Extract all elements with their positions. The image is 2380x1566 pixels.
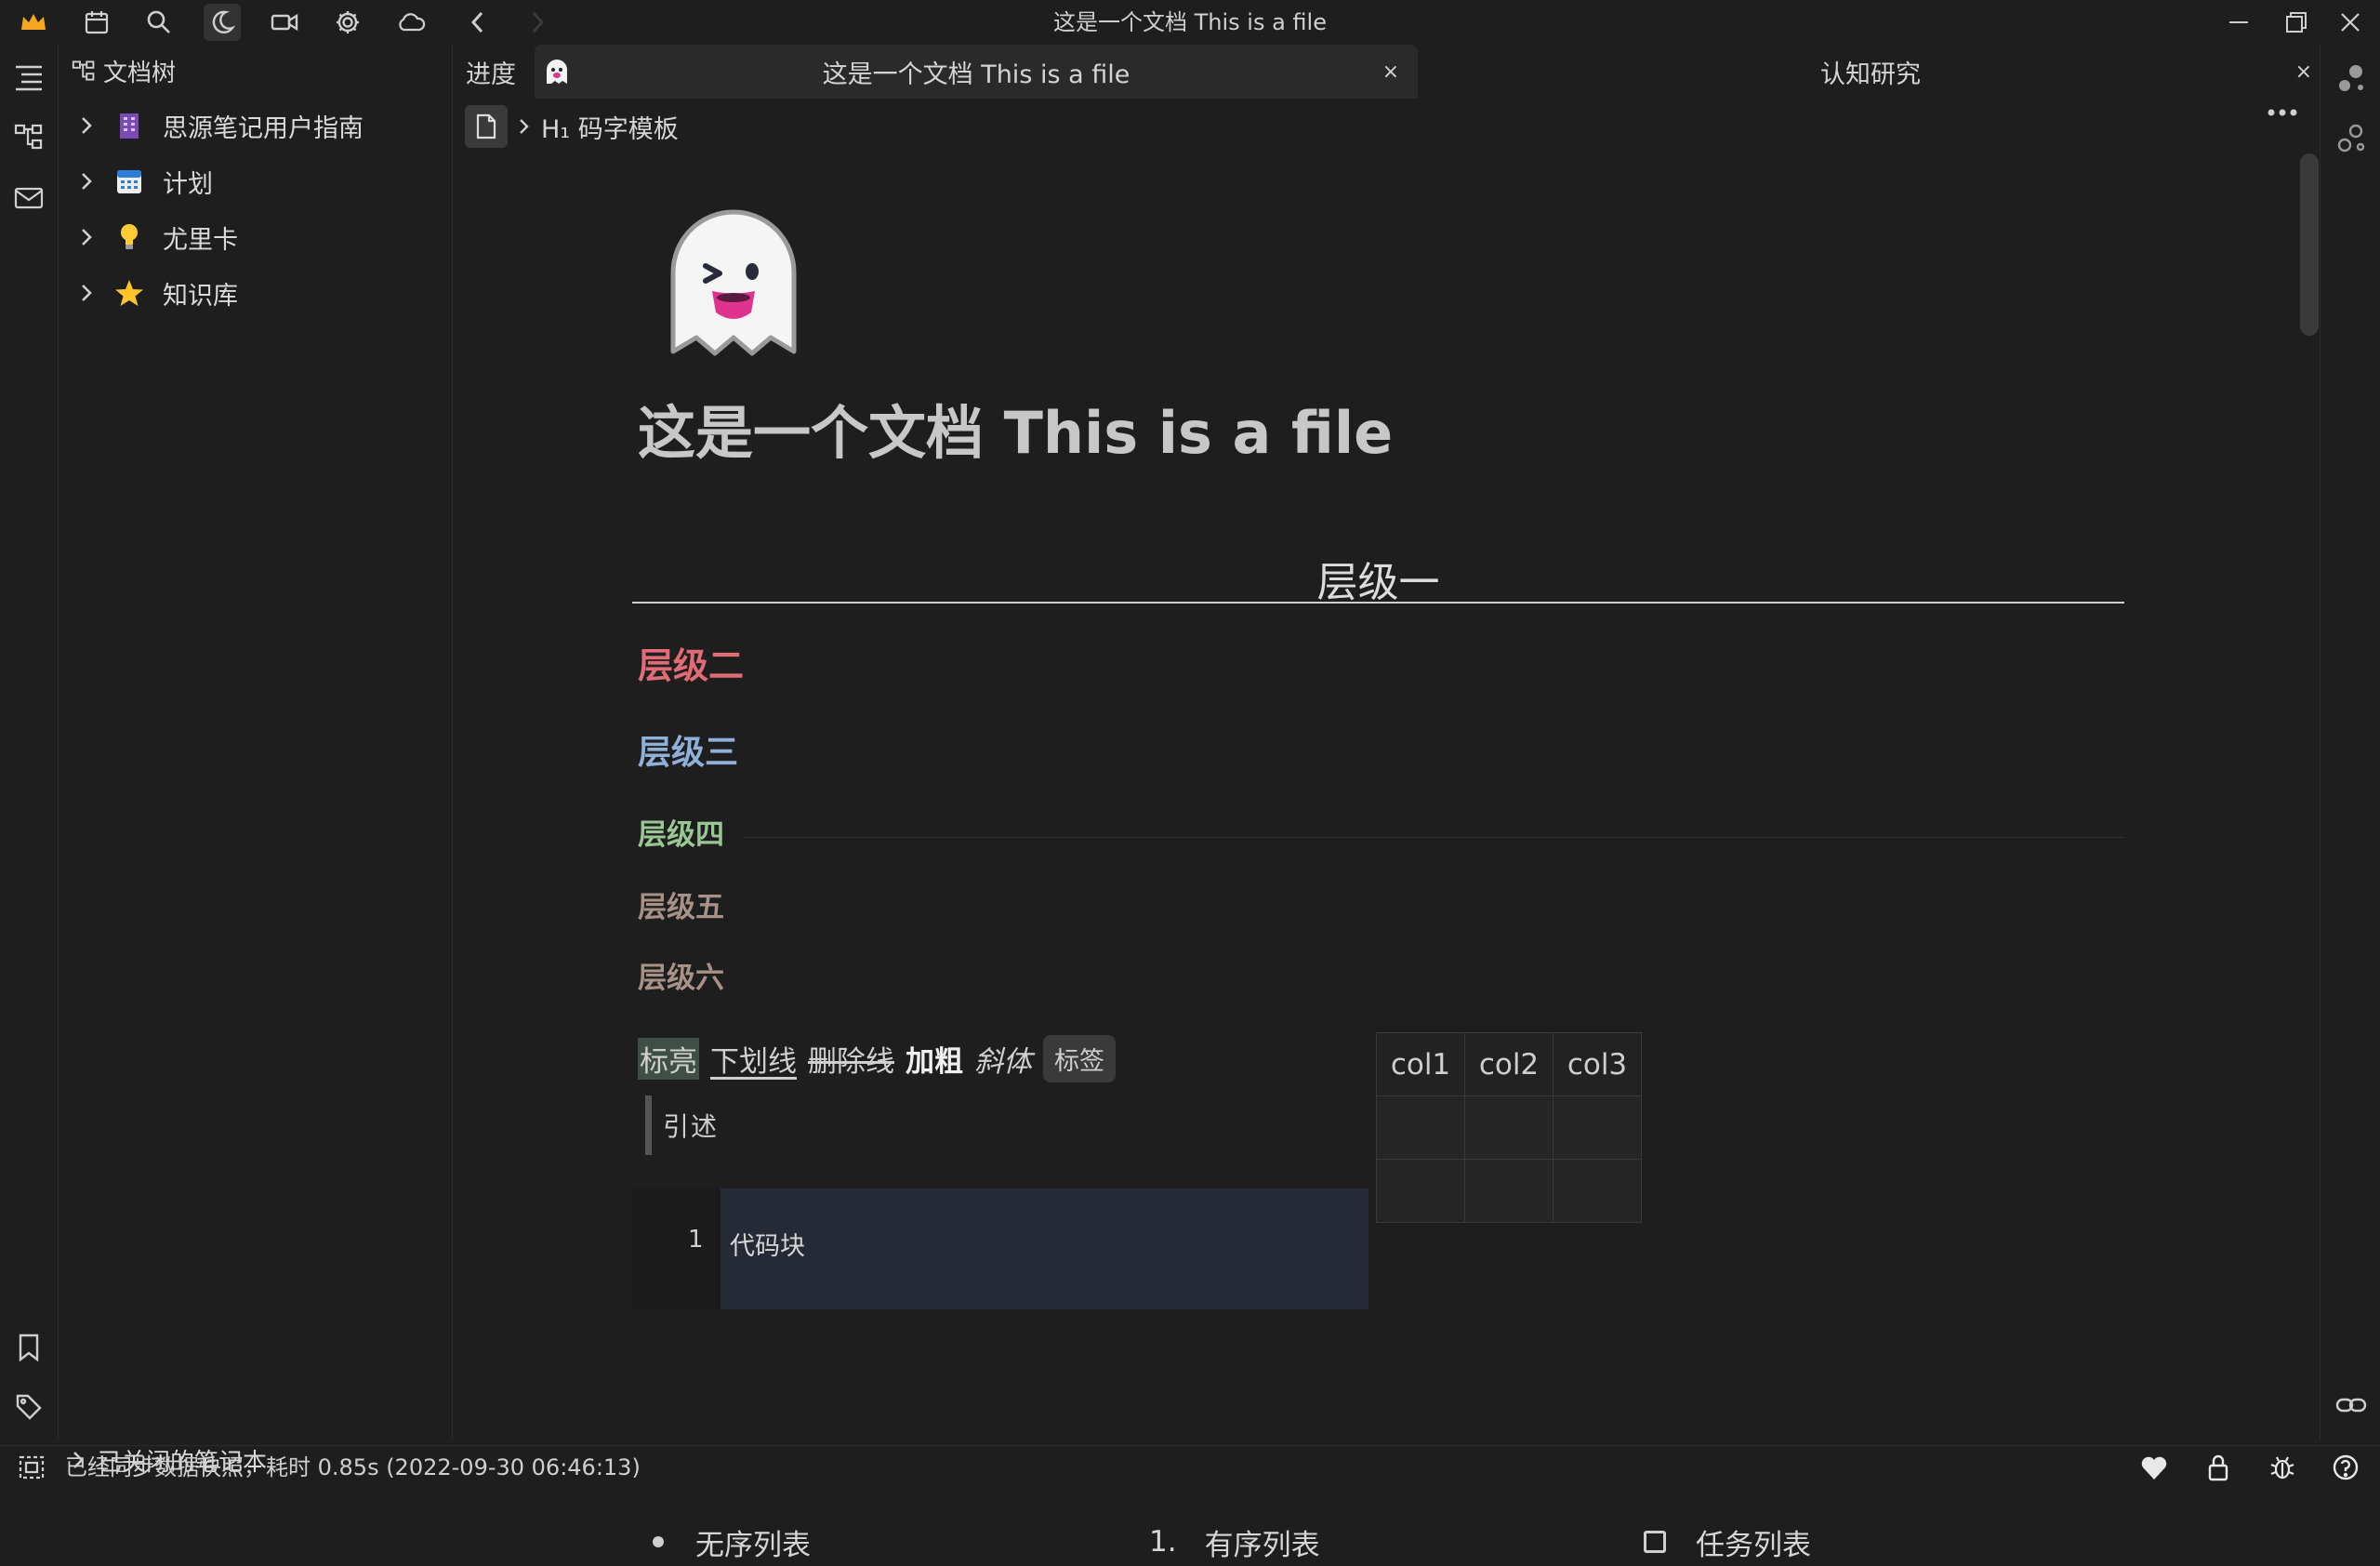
table-header-cell[interactable]: col2 bbox=[1464, 1032, 1554, 1096]
blockquote[interactable]: 引述 bbox=[645, 1095, 719, 1155]
heading-3[interactable]: 层级三 bbox=[638, 725, 738, 774]
building-icon bbox=[105, 112, 153, 139]
tab-close-icon[interactable]: × bbox=[2295, 60, 2312, 84]
heading-1-underline bbox=[632, 602, 2124, 604]
tag-badge[interactable]: 标签 bbox=[1043, 1034, 1116, 1082]
heading-4[interactable]: 层级四 bbox=[638, 811, 724, 853]
underline-text: 下划线 bbox=[710, 1044, 797, 1079]
tab-close-icon[interactable]: × bbox=[1382, 60, 1399, 84]
code-text: 代码块 bbox=[730, 1232, 805, 1261]
outline-icon[interactable] bbox=[9, 58, 48, 97]
editor: 这是一个文档 This is a file 层级一 层级二 层级三 层级四 层级… bbox=[632, 149, 2138, 1562]
doc-tree-header: 文档树 bbox=[72, 52, 176, 89]
list-marker: 1. bbox=[1149, 1525, 1177, 1559]
tree-item-eureka[interactable]: 尤里卡 bbox=[68, 211, 440, 263]
breadcrumb: H₁ 码字模板 bbox=[465, 104, 679, 149]
list-item-text: 任务列表 bbox=[1696, 1528, 1811, 1562]
code-gutter bbox=[632, 1188, 721, 1309]
table-cell[interactable] bbox=[1376, 1159, 1465, 1223]
tab-bar: 进度 这是一个文档 This is a file × 认知研究 × bbox=[453, 45, 2317, 99]
lightbulb-icon bbox=[105, 222, 153, 252]
doc-tree-panel: 文档树 思源笔记用户指南 计划 尤里卡 知识库 已关闭的笔记本 bbox=[59, 45, 453, 1477]
table-cell[interactable] bbox=[1464, 1095, 1554, 1160]
graph-view-icon[interactable] bbox=[2332, 60, 2371, 99]
bold-text: 加粗 bbox=[906, 1044, 963, 1079]
table-header-cell[interactable]: col3 bbox=[1553, 1032, 1642, 1096]
strikethrough-text: 删除线 bbox=[808, 1044, 894, 1079]
code-block[interactable]: 1 代码块 bbox=[632, 1188, 1368, 1309]
chevron-right-icon bbox=[519, 117, 530, 136]
chevron-right-icon[interactable] bbox=[68, 227, 105, 247]
tab-label: 这是一个文档 This is a file bbox=[822, 60, 1130, 89]
italic-text: 斜体 bbox=[974, 1044, 1032, 1079]
table-header-cell[interactable]: col1 bbox=[1376, 1032, 1465, 1096]
highlight-text: 标亮 bbox=[638, 1037, 699, 1080]
file-tree-icon[interactable] bbox=[9, 117, 48, 156]
help-icon[interactable] bbox=[2332, 1453, 2360, 1481]
bookmark-icon[interactable] bbox=[9, 1328, 48, 1367]
heading-1[interactable]: 层级一 bbox=[632, 549, 2124, 608]
file-tree-icon bbox=[72, 60, 95, 81]
star-icon bbox=[105, 279, 153, 307]
tab-progress[interactable]: 进度 bbox=[466, 45, 516, 99]
tab-label: 认知研究 bbox=[1820, 60, 1921, 89]
calendar-emoji-icon bbox=[105, 167, 153, 195]
heading-5[interactable]: 层级五 bbox=[638, 883, 724, 925]
tree-item-label: 知识库 bbox=[163, 281, 238, 311]
heading-4-rule bbox=[744, 837, 2124, 838]
tree-item-knowledge-base[interactable]: 知识库 bbox=[68, 267, 440, 319]
dock-toggle-icon[interactable] bbox=[19, 1455, 45, 1480]
title-bar: 这是一个文档 This is a file bbox=[0, 0, 2380, 45]
chevron-right-icon[interactable] bbox=[68, 115, 105, 136]
table-cell[interactable] bbox=[1553, 1095, 1642, 1160]
document-title[interactable]: 这是一个文档 This is a file bbox=[638, 386, 1393, 470]
scrollbar[interactable] bbox=[2300, 153, 2319, 336]
breadcrumb-heading[interactable]: H₁ 码字模板 bbox=[541, 109, 679, 145]
global-graph-icon[interactable] bbox=[2332, 119, 2371, 158]
window-title: 这是一个文档 This is a file bbox=[1053, 9, 1327, 35]
chevron-right-icon[interactable] bbox=[68, 171, 105, 192]
tree-item-label: 思源笔记用户指南 bbox=[163, 113, 364, 143]
right-dock bbox=[2320, 45, 2380, 1440]
tree-item-label: 尤里卡 bbox=[163, 225, 238, 255]
lock-icon[interactable] bbox=[2207, 1453, 2229, 1481]
tree-item-label: 计划 bbox=[163, 169, 213, 199]
left-dock bbox=[0, 45, 59, 1440]
restore-icon[interactable] bbox=[2278, 4, 2315, 41]
tab-cognitive-research[interactable]: 认知研究 × bbox=[1429, 45, 2312, 99]
tree-item-plan[interactable]: 计划 bbox=[68, 155, 440, 207]
bug-icon[interactable] bbox=[2268, 1453, 2296, 1481]
document-icon[interactable] bbox=[465, 105, 508, 148]
heart-icon[interactable] bbox=[2140, 1455, 2168, 1481]
status-bar: 已经同步数据快照，耗时 0.85s (2022-09-30 06:46:13) bbox=[0, 1445, 2380, 1489]
task-list-item[interactable]: 任务列表 bbox=[1644, 1518, 1811, 1566]
tab-label: 进度 bbox=[466, 60, 516, 89]
tag-icon[interactable] bbox=[9, 1387, 48, 1427]
document-icon-ghost[interactable] bbox=[654, 203, 813, 361]
table-cell[interactable] bbox=[1376, 1095, 1465, 1160]
minimize-icon[interactable] bbox=[2220, 4, 2257, 41]
status-message: 已经同步数据快照，耗时 0.85s (2022-09-30 06:46:13) bbox=[65, 1454, 641, 1480]
ordered-list-item[interactable]: 1. 有序列表 bbox=[1149, 1518, 1320, 1566]
tab-main-document[interactable]: 这是一个文档 This is a file × bbox=[535, 45, 1418, 99]
checkbox[interactable] bbox=[1644, 1531, 1666, 1553]
more-options-icon[interactable] bbox=[2266, 107, 2299, 118]
bullet-icon bbox=[653, 1536, 664, 1547]
chevron-right-icon[interactable] bbox=[68, 283, 105, 303]
unordered-list-item[interactable]: 无序列表 bbox=[653, 1518, 811, 1566]
table[interactable]: col1 col2 col3 bbox=[1376, 1032, 1642, 1223]
tree-item-user-guide[interactable]: 思源笔记用户指南 bbox=[68, 100, 440, 152]
inbox-icon[interactable] bbox=[9, 179, 48, 218]
link-icon[interactable] bbox=[2332, 1386, 2371, 1425]
heading-2[interactable]: 层级二 bbox=[638, 637, 744, 688]
doc-tree-title: 文档树 bbox=[103, 59, 177, 87]
inline-formats-paragraph[interactable]: 标亮 下划线 删除线 加粗 斜体 标签 bbox=[638, 1032, 1116, 1084]
list-item-text: 无序列表 bbox=[695, 1528, 811, 1562]
table-cell[interactable] bbox=[1553, 1159, 1642, 1223]
code-line-number: 1 bbox=[688, 1226, 704, 1254]
table-cell[interactable] bbox=[1464, 1159, 1554, 1223]
close-icon[interactable] bbox=[2332, 4, 2369, 41]
heading-6[interactable]: 层级六 bbox=[638, 954, 724, 996]
list-item-text: 有序列表 bbox=[1204, 1528, 1320, 1562]
